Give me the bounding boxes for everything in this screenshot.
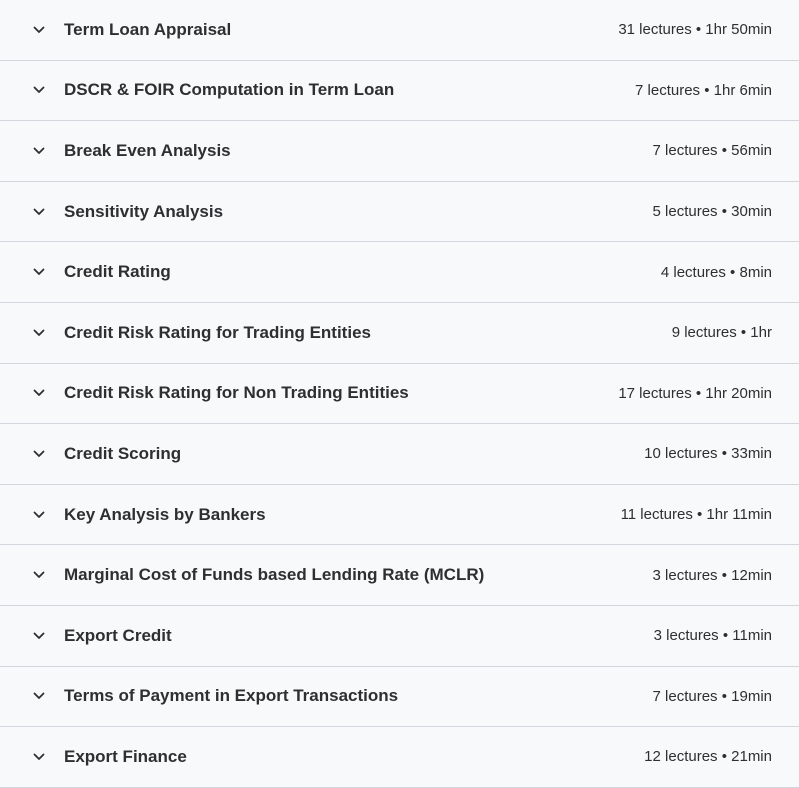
curriculum-section[interactable]: Terms of Payment in Export Transactions … — [0, 666, 799, 728]
section-content-summary: 10 lectures • 33min — [644, 445, 772, 463]
section-content-summary: 11 lectures • 1hr 11min — [620, 506, 772, 524]
section-content-summary: 7 lectures • 1hr 6min — [635, 81, 772, 99]
section-title: Export Credit — [64, 625, 172, 645]
section-title: Terms of Payment in Export Transactions — [64, 686, 399, 706]
curriculum-section[interactable]: Break Even Analysis 7 lectures • 56min — [0, 121, 799, 182]
chevron-down-icon[interactable] — [31, 82, 47, 98]
chevron-down-icon[interactable] — [31, 264, 47, 280]
section-content-summary: 31 lectures • 1hr 50min — [618, 21, 772, 39]
curriculum-section[interactable]: Credit Risk Rating for Non Trading Entit… — [0, 363, 799, 425]
section-title: Key Analysis by Bankers — [64, 504, 266, 524]
curriculum-section[interactable]: Credit Scoring 10 lectures • 33min — [0, 424, 799, 485]
curriculum-section[interactable]: DSCR & FOIR Computation in Term Loan 7 l… — [0, 60, 799, 122]
chevron-down-icon[interactable] — [31, 507, 47, 523]
curriculum-section[interactable]: Export Finance 12 lectures • 21min — [0, 727, 799, 788]
section-content-summary: 7 lectures • 19min — [652, 687, 772, 705]
chevron-down-icon[interactable] — [31, 446, 47, 462]
curriculum-section[interactable]: Marginal Cost of Funds based Lending Rat… — [0, 545, 799, 606]
section-content-summary: 9 lectures • 1hr — [671, 324, 772, 342]
section-title: Credit Rating — [64, 262, 171, 282]
curriculum-section[interactable]: Credit Risk Rating for Trading Entities … — [0, 302, 799, 364]
curriculum-section[interactable]: Credit Rating 4 lectures • 8min — [0, 242, 799, 303]
chevron-down-icon[interactable] — [31, 567, 47, 583]
chevron-down-icon[interactable] — [31, 22, 47, 38]
chevron-down-icon[interactable] — [31, 385, 47, 401]
section-title: Sensitivity Analysis — [64, 201, 224, 221]
section-title: Credit Risk Rating for Non Trading Entit… — [64, 383, 409, 403]
course-curriculum: Term Loan Appraisal 31 lectures • 1hr 50… — [0, 0, 799, 788]
curriculum-section[interactable]: Sensitivity Analysis 5 lectures • 30min — [0, 181, 799, 243]
chevron-down-icon[interactable] — [31, 688, 47, 704]
section-title: Credit Scoring — [64, 443, 182, 463]
chevron-down-icon[interactable] — [31, 749, 47, 765]
curriculum-section[interactable]: Export Credit 3 lectures • 11min — [0, 605, 799, 667]
section-content-summary: 12 lectures • 21min — [644, 748, 772, 766]
chevron-down-icon[interactable] — [31, 204, 47, 220]
section-title: Marginal Cost of Funds based Lending Rat… — [64, 565, 485, 585]
section-content-summary: 4 lectures • 8min — [660, 263, 772, 281]
chevron-down-icon[interactable] — [31, 143, 47, 159]
chevron-down-icon[interactable] — [31, 628, 47, 644]
section-content-summary: 5 lectures • 30min — [652, 203, 772, 221]
curriculum-section[interactable]: Key Analysis by Bankers 11 lectures • 1h… — [0, 484, 799, 546]
section-title: Break Even Analysis — [64, 140, 231, 160]
section-content-summary: 7 lectures • 56min — [652, 142, 772, 160]
section-title: Term Loan Appraisal — [64, 19, 232, 39]
section-content-summary: 17 lectures • 1hr 20min — [618, 384, 772, 402]
section-title: Credit Risk Rating for Trading Entities — [64, 322, 371, 342]
section-content-summary: 3 lectures • 12min — [652, 566, 772, 584]
chevron-down-icon[interactable] — [31, 325, 47, 341]
section-title: Export Finance — [64, 746, 187, 766]
section-content-summary: 3 lectures • 11min — [653, 627, 772, 645]
curriculum-section[interactable]: Term Loan Appraisal 31 lectures • 1hr 50… — [0, 0, 799, 61]
section-title: DSCR & FOIR Computation in Term Loan — [64, 80, 395, 100]
